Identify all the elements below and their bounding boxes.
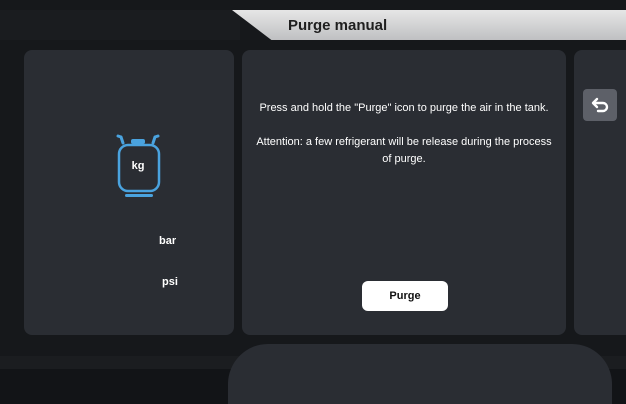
pressure-unit-psi: psi [162,276,178,288]
purge-button[interactable]: Purge [362,281,448,311]
tank-status-panel: kg bar psi [24,50,234,335]
instruction-press-hold: Press and hold the "Purge" icon to purge… [259,102,549,114]
pressure-unit-bar: bar [159,235,177,247]
side-nav-panel [574,50,626,335]
bottom-tab [228,344,612,404]
return-arrow-icon [591,97,609,113]
tank-unit-label: kg [131,160,145,172]
instruction-attention: Attention: a few refrigerant will be rel… [256,136,552,165]
purge-manual-screen: Purge manual kg bar psi Press and hold t… [0,0,626,404]
instructions-panel: Press and hold the "Purge" icon to purge… [242,50,566,335]
title-tab: Purge manual [232,10,626,40]
back-button[interactable] [583,89,617,121]
page-title: Purge manual [288,16,388,34]
instructions-text: Press and hold the "Purge" icon to purge… [254,100,554,185]
header-strip [0,10,240,40]
